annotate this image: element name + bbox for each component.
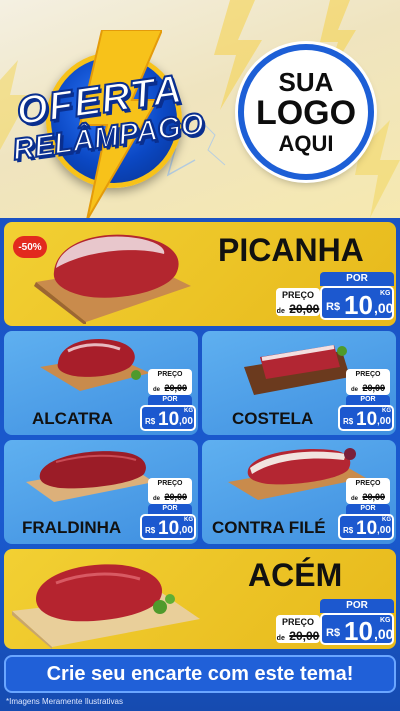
price-group: PREÇO de 20,00 POR R$ 10 ,00 KG <box>338 478 394 540</box>
price-group: PREÇO de 20,00 POR R$ 10 ,00 KG <box>140 478 196 540</box>
unit-label: KG <box>382 408 391 414</box>
product-card-picanha: -50% PICANHA POR PREÇO de 20,00 R$ 10 ,0… <box>4 222 396 326</box>
por-label: POR <box>148 395 192 405</box>
currency-label: R$ <box>326 627 341 639</box>
unit-label: KG <box>184 408 193 414</box>
price-group: PREÇO de 20,00 POR R$ 10 ,00 KG <box>338 369 394 431</box>
new-price: R$ 10 ,00 KG <box>338 514 394 540</box>
price-cents: ,00 <box>179 416 193 427</box>
old-price-value: 20,00 <box>362 492 385 502</box>
old-price-value: 20,00 <box>164 492 187 502</box>
preco-label: PREÇO <box>355 480 381 487</box>
product-card-fraldinha: FRALDINHA PREÇO de 20,00 POR R$ 10 ,00 K… <box>4 440 198 544</box>
currency-label: R$ <box>343 526 354 535</box>
price-integer: 10 <box>158 409 180 430</box>
currency-label: R$ <box>326 301 341 313</box>
unit-label: KG <box>184 517 193 523</box>
new-price: R$ 10 ,00 KG <box>140 514 196 540</box>
unit-label: KG <box>380 617 391 624</box>
price-integer: 10 <box>356 409 378 430</box>
price-cents: ,00 <box>179 525 193 536</box>
logo-line2: LOGO <box>255 94 357 133</box>
new-price: R$ 10 ,00 KG <box>320 613 394 646</box>
product-name: COSTELA <box>232 409 314 428</box>
product-card-costela: COSTELA PREÇO de 20,00 POR R$ 10 ,00 KG <box>202 331 396 435</box>
price-integer: 10 <box>344 290 373 320</box>
de-label: de <box>153 496 161 502</box>
price-cents: ,00 <box>377 416 391 427</box>
price-group: POR PREÇO de 20,00 R$ 10 ,00 KG <box>276 599 394 646</box>
old-price: PREÇO de 20,00 <box>148 369 192 395</box>
product-name: FRALDINHA <box>22 518 122 537</box>
old-price-value: 20,00 <box>362 383 385 393</box>
old-price: PREÇO de 20,00 <box>148 478 192 504</box>
old-price-value: 20,00 <box>289 302 320 316</box>
preco-label: PREÇO <box>281 617 314 627</box>
old-price: PREÇO de 20,00 <box>346 369 390 395</box>
old-price-value: 20,00 <box>289 629 320 643</box>
header-banner: OFERTA RELÂMPAGO SUA LOGO AQUI <box>0 0 400 218</box>
old-price: PREÇO de 20,00 <box>276 615 320 643</box>
currency-label: R$ <box>145 526 156 535</box>
new-price: R$ 10 ,00 KG <box>140 405 196 431</box>
de-label: de <box>351 496 359 502</box>
price-cents: ,00 <box>374 626 394 642</box>
new-price: R$ 10 ,00 KG <box>338 405 394 431</box>
de-label: de <box>276 308 285 315</box>
old-price: PREÇO de 20,00 <box>276 288 320 316</box>
de-label: de <box>153 387 161 393</box>
fraldinha-meat-image <box>26 451 154 502</box>
product-name: PICANHA <box>218 232 364 268</box>
acem-meat-image <box>12 564 200 649</box>
product-card-alcatra: ALCATRA PREÇO de 20,00 POR R$ 10 ,00 KG <box>4 331 198 435</box>
logo-placeholder: SUA LOGO AQUI <box>238 44 374 180</box>
picanha-meat-image <box>34 234 191 324</box>
por-label: POR <box>320 272 394 286</box>
preco-label: PREÇO <box>281 290 314 300</box>
price-cents: ,00 <box>377 525 391 536</box>
price-group: POR PREÇO de 20,00 R$ 10 ,00 KG <box>276 272 394 320</box>
new-price: R$ 10 ,00 KG <box>320 286 394 320</box>
cta-banner[interactable]: Crie seu encarte com este tema! <box>4 655 396 693</box>
preco-label: PREÇO <box>157 480 183 487</box>
de-label: de <box>276 635 285 642</box>
product-name: CONTRA FILÉ <box>212 518 326 537</box>
unit-label: KG <box>382 517 391 523</box>
price-integer: 10 <box>356 518 378 539</box>
preco-label: PREÇO <box>157 371 183 378</box>
price-integer: 10 <box>344 616 373 646</box>
product-name: ALCATRA <box>32 409 113 428</box>
price-cents: ,00 <box>374 300 394 316</box>
costela-meat-image <box>244 345 350 395</box>
por-label: POR <box>320 599 394 613</box>
price-group: PREÇO de 20,00 POR R$ 10 ,00 KG <box>140 369 196 431</box>
unit-label: KG <box>380 290 391 297</box>
oferta-relampago-badge: OFERTA RELÂMPAGO <box>10 30 210 218</box>
product-card-contra-file: CONTRA FILÉ PREÇO de 20,00 POR R$ 10 ,00… <box>202 440 396 544</box>
logo-line3: AQUI <box>278 130 334 156</box>
de-label: de <box>351 387 359 393</box>
old-price: PREÇO de 20,00 <box>346 478 390 504</box>
por-label: POR <box>148 504 192 514</box>
por-label: POR <box>346 504 390 514</box>
disclaimer-note: *Imagens Meramente Ilustrativas <box>6 697 123 706</box>
logo-line1: SUA <box>278 66 334 97</box>
old-price-value: 20,00 <box>164 383 187 393</box>
por-label: POR <box>346 395 390 405</box>
currency-label: R$ <box>343 417 354 426</box>
price-integer: 10 <box>158 518 180 539</box>
preco-label: PREÇO <box>355 371 381 378</box>
product-name: ACÉM <box>248 557 343 593</box>
currency-label: R$ <box>145 417 156 426</box>
alcatra-meat-image <box>40 339 150 391</box>
product-card-acem: ACÉM POR PREÇO de 20,00 R$ 10 ,00 KG <box>4 549 396 649</box>
